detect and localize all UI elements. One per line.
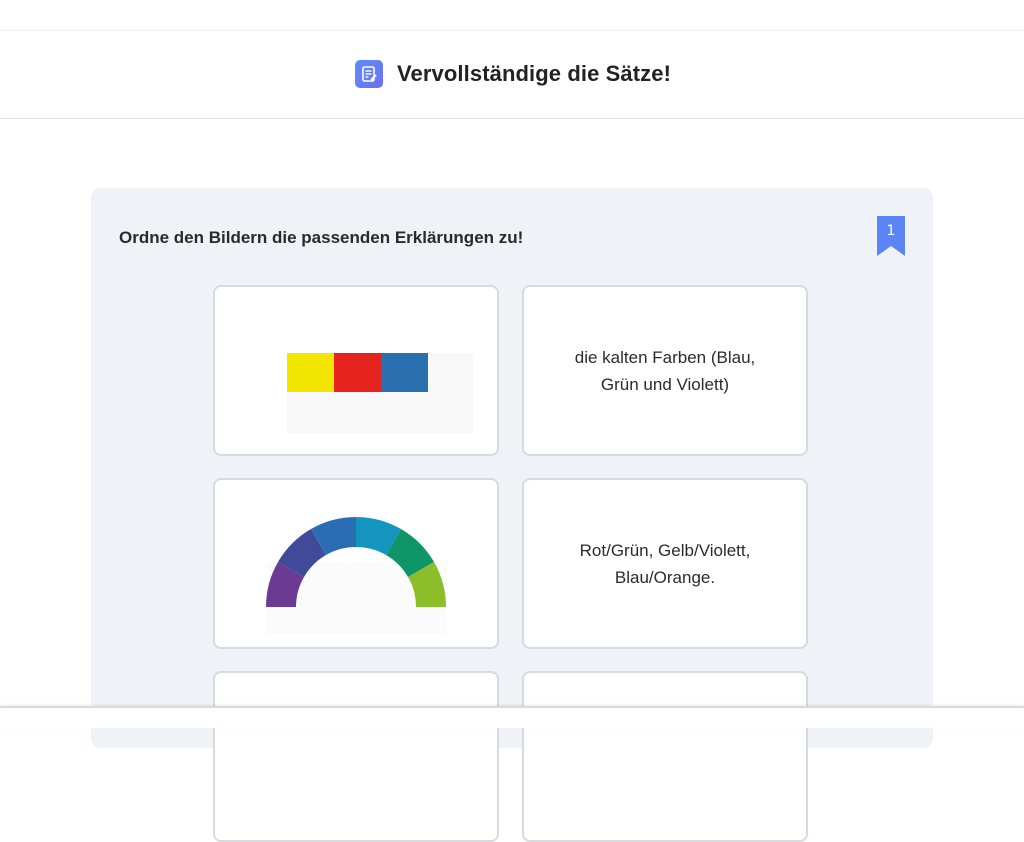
card-text: die kalten Farben (Blau, Grün und Violet… [524, 344, 806, 398]
bookmark-icon: 1 [877, 216, 905, 256]
exercise-number: 1 [886, 223, 896, 239]
document-edit-icon [355, 60, 383, 88]
text-card-next[interactable] [522, 671, 808, 842]
image-card-color-wheel[interactable] [213, 478, 499, 649]
exercise-panel: Ordne den Bildern die passenden Erklärun… [91, 188, 933, 842]
image-card-next[interactable] [213, 671, 499, 842]
card-text-line: Blau/Orange. [614, 567, 716, 587]
color-wheel-image [265, 516, 447, 634]
text-card-cold-colors[interactable]: die kalten Farben (Blau, Grün und Violet… [522, 285, 808, 456]
card-text: Rot/Grün, Gelb/Violett, Blau/Orange. [524, 537, 806, 591]
text-card-complementary-pairs[interactable]: Rot/Grün, Gelb/Violett, Blau/Orange. [522, 478, 808, 649]
bottom-bar [0, 706, 1024, 728]
card-text-line: Grün und Violett) [600, 374, 730, 394]
page-title: Vervollständige die Sätze! [397, 61, 672, 86]
image-card-primary-colors[interactable] [213, 285, 499, 456]
card-text-line: Rot/Grün, Gelb/Violett, [579, 540, 751, 560]
header-title-group: Vervollständige die Sätze! [355, 60, 671, 88]
browser-top-strip [0, 0, 1024, 31]
exercise-instruction: Ordne den Bildern die passenden Erklärun… [119, 228, 524, 247]
card-text-line: die kalten Farben (Blau, [574, 347, 756, 367]
primary-colors-image [287, 353, 473, 433]
page-header: Vervollständige die Sätze! [0, 31, 1024, 119]
